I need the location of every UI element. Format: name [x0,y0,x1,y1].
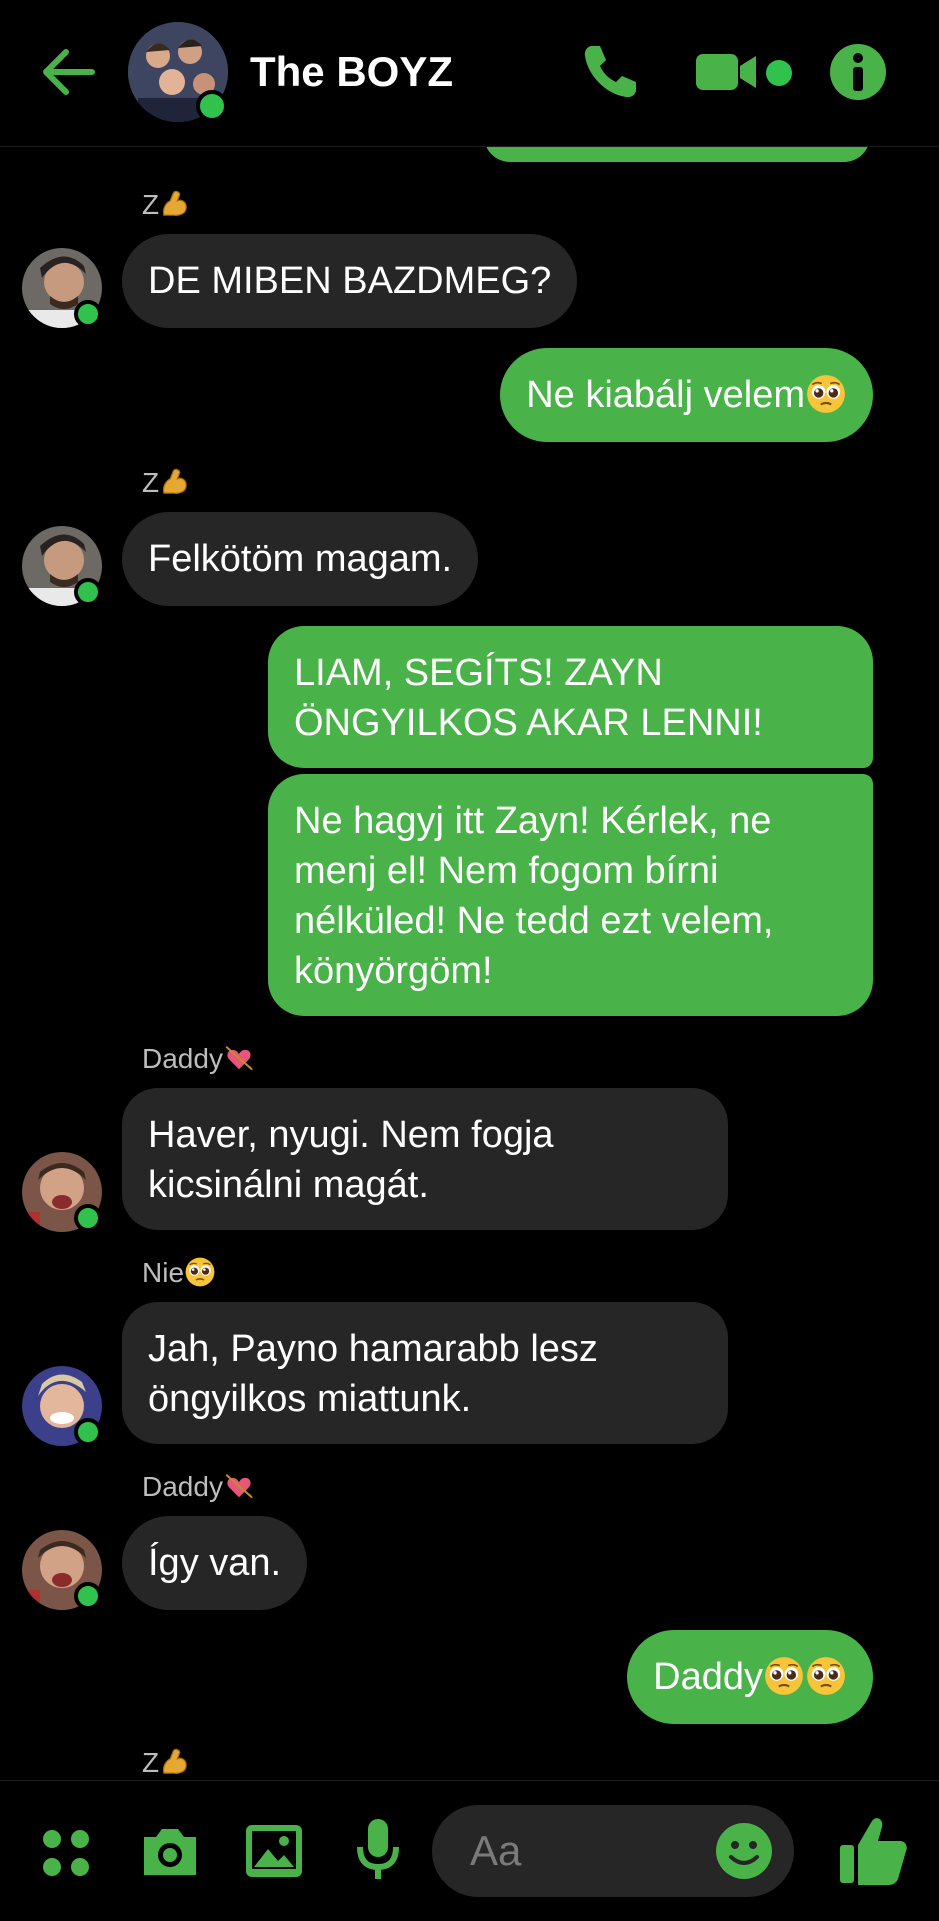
online-indicator [74,300,102,328]
muscle-emoji-icon [159,188,191,220]
online-indicator [74,1582,102,1610]
video-camera-icon[interactable] [694,40,764,104]
message-bubble[interactable]: DE MIBEN BAZDMEG? [122,234,578,328]
message-bubble-own[interactable]: Daddy [627,1630,873,1724]
sender-name: Nie [142,1256,216,1289]
apps-grid-icon[interactable] [38,1825,94,1881]
pleading-face-emoji-icon [805,373,847,415]
online-indicator [196,90,228,122]
chat-title[interactable]: The BOYZ [250,48,453,96]
sender-name: Z [142,466,191,499]
smiley-icon[interactable] [714,1821,774,1881]
camera-icon[interactable] [138,1821,202,1881]
message-bubble[interactable]: Így van. [122,1516,308,1610]
back-arrow-icon[interactable] [36,40,100,104]
video-active-indicator [766,60,792,86]
online-indicator [74,1418,102,1446]
muscle-emoji-icon [159,1746,191,1778]
sender-name: Z [142,188,191,221]
pleading-face-emoji-icon [184,1256,216,1288]
message-list[interactable]: Z DE MIBEN BAZDMEG? Ne kiabálj velem Z F… [0,0,939,1920]
message-bubble-own[interactable]: Ne kiabálj velem [500,348,873,442]
sender-name: Daddy [142,1042,255,1075]
sender-name: Daddy [142,1470,255,1503]
info-icon[interactable] [826,40,890,104]
pleading-face-emoji-icon [805,1655,847,1697]
message-input-placeholder: Aa [470,1827,522,1874]
sender-name: Z [142,1746,191,1779]
muscle-emoji-icon [159,466,191,498]
heart-arrow-emoji-icon [223,1470,255,1502]
chat-header: The BOYZ [0,0,939,147]
image-icon[interactable] [244,1823,304,1879]
message-bubble-own[interactable]: LIAM, SEGÍTS! ZAYN ÖNGYILKOS AKAR LENNI! [268,626,873,768]
heart-arrow-emoji-icon [223,1042,255,1074]
message-input[interactable]: Aa [432,1805,794,1897]
composer-bar: Aa [0,1780,939,1921]
pleading-face-emoji-icon [763,1655,805,1697]
message-bubble[interactable]: Felkötöm magam. [122,512,479,606]
message-bubble[interactable]: Jah, Payno hamarabb lesz öngyilkos miatt… [122,1302,728,1444]
thumbs-up-icon[interactable] [838,1815,908,1887]
online-indicator [74,578,102,606]
microphone-icon[interactable] [354,1817,402,1883]
message-bubble[interactable]: Haver, nyugi. Nem fogja kicsinálni magát… [122,1088,728,1230]
message-bubble-own[interactable]: Ne hagyj itt Zayn! Kérlek, ne menj el! N… [268,774,873,1016]
online-indicator [74,1204,102,1232]
phone-icon[interactable] [578,40,642,104]
